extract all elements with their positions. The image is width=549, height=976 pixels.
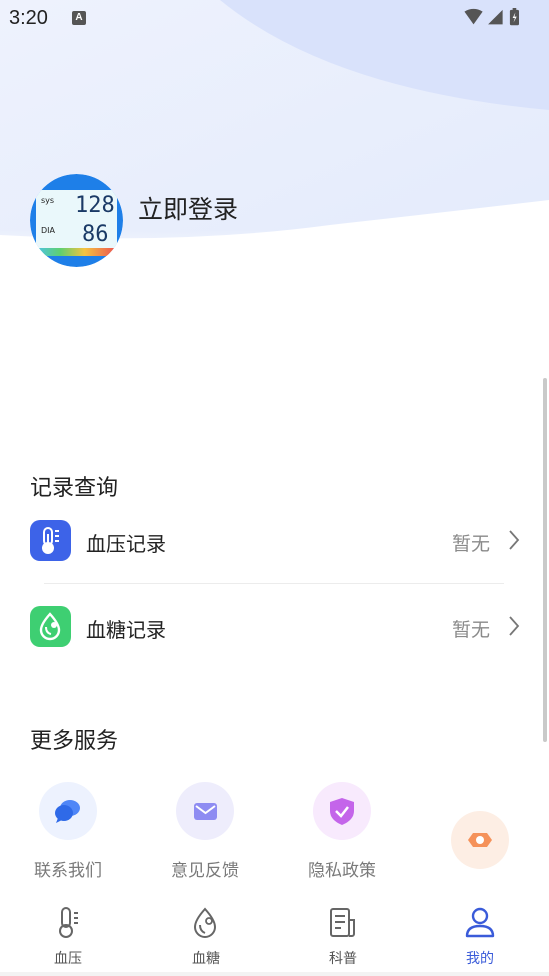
tab-science[interactable]: 科普: [303, 906, 383, 970]
system-nav-bar: [0, 972, 549, 976]
cell-signal-icon: [488, 9, 503, 25]
service-label: 意见反馈: [171, 861, 239, 881]
tab-label: 血压: [54, 951, 82, 967]
chat-bubble-icon: [39, 782, 97, 840]
tab-blood-sugar[interactable]: 血糖: [166, 906, 246, 970]
status-time: 3:20: [9, 7, 48, 29]
chevron-right-icon: [509, 530, 520, 550]
scrollbar[interactable]: [543, 378, 547, 742]
avatar-dia-value: 86: [82, 222, 109, 247]
avatar-sys-value: 128: [75, 193, 115, 218]
tab-label: 我的: [466, 951, 494, 967]
avatar[interactable]: sys 128 DIA 86: [30, 174, 123, 267]
record-label: 血糖记录: [86, 618, 166, 642]
service-privacy-policy[interactable]: 隐私政策: [293, 782, 393, 902]
bottom-tab-bar: 血压 血糖 科普 我的: [0, 896, 549, 976]
tab-label: 血糖: [192, 951, 220, 967]
hexagon-settings-icon: [451, 811, 509, 869]
services-section-title: 更多服务: [30, 729, 119, 754]
tab-blood-pressure[interactable]: 血压: [28, 906, 108, 970]
divider: [44, 583, 504, 584]
record-value: 暂无: [451, 533, 490, 555]
service-label: 隐私政策: [308, 861, 376, 881]
envelope-icon: [176, 782, 234, 840]
chevron-right-icon: [509, 616, 520, 636]
thermometer-icon: [30, 520, 71, 561]
tab-label: 科普: [329, 951, 357, 967]
service-feedback[interactable]: 意见反馈: [156, 782, 256, 902]
record-label: 血压记录: [86, 532, 166, 556]
service-contact-us[interactable]: 联系我们: [19, 782, 119, 902]
record-value: 暂无: [451, 619, 490, 641]
article-tab-icon: [330, 908, 355, 937]
battery-icon: [509, 8, 519, 26]
status-icons: [464, 8, 519, 26]
service-label: 联系我们: [34, 861, 102, 881]
shield-check-icon: [313, 782, 371, 840]
status-bar: 3:20 A: [0, 0, 549, 38]
record-row-blood-sugar[interactable]: 血糖记录 暂无: [30, 606, 522, 650]
records-section-title: 记录查询: [30, 476, 119, 501]
thermometer-tab-icon: [59, 907, 78, 938]
a-notification-icon: A: [72, 11, 86, 25]
tab-mine[interactable]: 我的: [440, 906, 520, 970]
blood-drop-icon: [30, 606, 71, 647]
login-link[interactable]: 立即登录: [138, 190, 238, 226]
record-row-blood-pressure[interactable]: 血压记录 暂无: [30, 520, 522, 564]
person-tab-icon: [465, 907, 495, 938]
wifi-icon: [464, 8, 483, 25]
drop-tab-icon: [193, 907, 217, 938]
avatar-sys-label: sys: [41, 196, 54, 205]
blood-pressure-monitor-icon: sys 128 DIA 86: [30, 174, 123, 267]
avatar-dia-label: DIA: [41, 226, 56, 235]
